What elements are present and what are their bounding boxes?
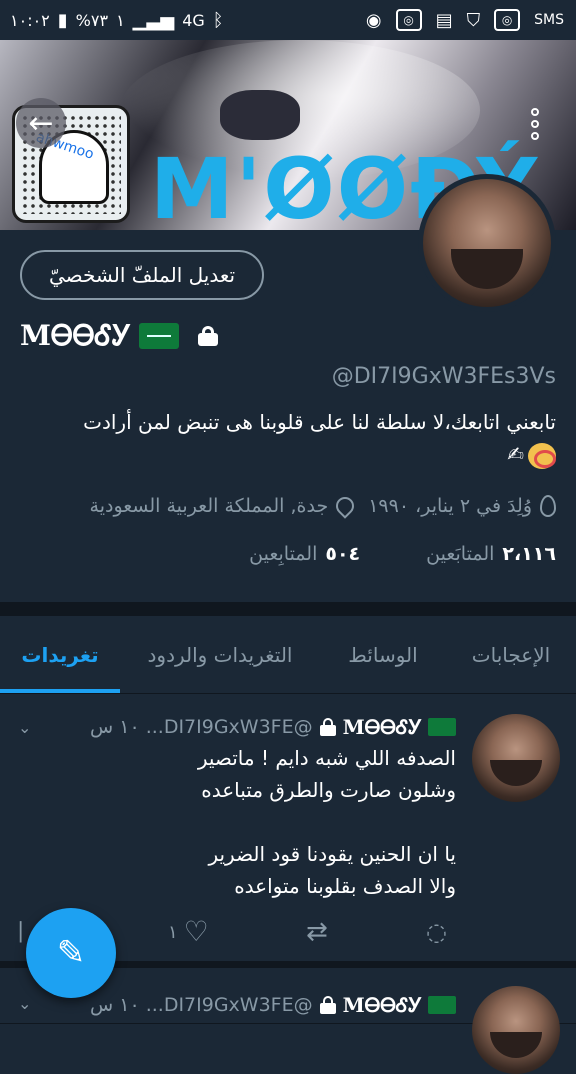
lock-icon xyxy=(319,996,337,1014)
chrome-icon: ◉ xyxy=(365,9,382,31)
instagram-icon: ◎ xyxy=(395,9,422,31)
battery-charging-icon: ▮ xyxy=(57,9,68,31)
clock: ١٠:٠٢ xyxy=(10,10,50,30)
saudi-flag-icon xyxy=(428,718,456,736)
banner-image-detail xyxy=(220,90,300,140)
profile-bio: تابعني اتابعك،لا سلطة لنا على قلوبنا هى … xyxy=(20,406,556,470)
network-type: 4G xyxy=(182,10,205,30)
active-tab-indicator xyxy=(0,689,120,693)
shield-icon: ⛉ xyxy=(466,9,481,31)
tweet-time: ١٠ س xyxy=(90,716,140,738)
arrow-left-icon: ← xyxy=(28,105,54,141)
laughing-emoji-icon xyxy=(528,442,556,469)
tweet-avatar[interactable] xyxy=(472,714,560,802)
instagram-icon: ◎ xyxy=(494,9,521,31)
location: جدة, المملكة العربية السعودية xyxy=(90,493,358,519)
tab-likes[interactable]: الإعجابات xyxy=(446,616,576,694)
back-button[interactable]: ← xyxy=(16,98,66,148)
chevron-down-icon[interactable]: ⌄ xyxy=(18,718,38,738)
battery-level: %٧٣ xyxy=(75,10,109,30)
bio-text: تابعني اتابعك،لا سلطة لنا على قلوبنا هى … xyxy=(83,410,556,434)
location-pin-icon xyxy=(332,493,358,519)
saudi-flag-icon xyxy=(139,323,180,349)
tweet-time: ١٠ س xyxy=(90,994,140,1016)
profile-name: MᎾᎾᎴᎩ xyxy=(20,319,132,352)
messaging-icon: ▤ xyxy=(435,9,453,31)
following-stat[interactable]: ٢،١١٦ المتابَعين xyxy=(426,543,556,565)
compose-tweet-button[interactable]: ✎ xyxy=(26,908,116,998)
profile-meta: وُلِدَ في ٢ يناير، ١٩٩٠ جدة, المملكة الع… xyxy=(90,488,556,524)
status-right: ◉ ◎ ▤ ⛉ ◎ SMS xyxy=(366,0,564,40)
followers-stat[interactable]: ٥٠٤ المتابِعين xyxy=(249,543,360,565)
profile-stats: ٢،١١٦ المتابَعين ٥٠٤ المتابِعين xyxy=(249,536,556,572)
like-button[interactable]: ١ xyxy=(168,912,209,952)
section-divider xyxy=(0,602,576,616)
compose-feather-icon: ✎ xyxy=(56,933,86,973)
retweet-button[interactable] xyxy=(306,912,328,952)
profile-tabs: تغريدات التغريدات والردود الوسائط الإعجا… xyxy=(0,616,576,694)
tab-media[interactable]: الوسائط xyxy=(320,616,446,694)
tweet-avatar[interactable] xyxy=(472,986,560,1074)
tweet-author-name: MᎾᎾᎴᎩ xyxy=(342,715,422,739)
heart-icon xyxy=(184,915,209,948)
saudi-flag-icon xyxy=(428,996,456,1014)
reply-button[interactable] xyxy=(426,912,447,952)
like-count: ١ xyxy=(168,921,178,943)
status-bar: ١٠:٠٢ ▮ %٧٣ ١ ▁▃▅ 4G ᛒ ◉ ◎ ▤ ⛉ ◎ SMS xyxy=(0,0,576,40)
more-options-button[interactable] xyxy=(520,104,550,144)
tweet-header: MᎾᎾᎴᎩ @DI7I9GxW3FE... ١٠ س xyxy=(90,712,456,742)
bluetooth-icon: ᛒ xyxy=(212,9,224,31)
birthday: وُلِدَ في ٢ يناير، ١٩٩٠ xyxy=(368,495,556,517)
sms-label: SMS xyxy=(534,12,564,28)
profile-avatar[interactable] xyxy=(418,174,556,312)
chevron-down-icon[interactable]: ⌄ xyxy=(18,994,38,1014)
tweet-text: الصدفه اللي شبه دايم ! ماتصير وشلون صارت… xyxy=(197,746,456,898)
lock-icon xyxy=(319,718,337,736)
status-left: ١٠:٠٢ ▮ %٧٣ ١ ▁▃▅ 4G ᛒ xyxy=(10,0,224,40)
tweet-author-handle: @DI7I9GxW3FE... xyxy=(145,994,313,1016)
signal-sim-label: ١ xyxy=(116,10,125,30)
lock-icon xyxy=(197,326,219,346)
profile-handle: @DI7I9GxW3FEs3Vs xyxy=(331,364,556,389)
profile-name-row: MᎾᎾᎴᎩ xyxy=(20,316,219,356)
tweet-header: MᎾᎾᎴᎩ @DI7I9GxW3FE... ١٠ س xyxy=(90,990,456,1020)
tab-tweets[interactable]: تغريدات xyxy=(0,616,120,694)
tweet-author-handle: @DI7I9GxW3FE... xyxy=(145,716,313,738)
tweet-author-name: MᎾᎾᎴᎩ xyxy=(342,993,422,1017)
signal-icon: ▁▃▅ xyxy=(132,9,175,31)
balloon-icon xyxy=(540,495,556,517)
tab-tweets-and-replies[interactable]: التغريدات والردود xyxy=(120,616,320,694)
writing-hand-icon: ✍ xyxy=(507,442,524,466)
edit-profile-button[interactable]: تعديل الملفّ الشخصيّ xyxy=(20,250,264,300)
